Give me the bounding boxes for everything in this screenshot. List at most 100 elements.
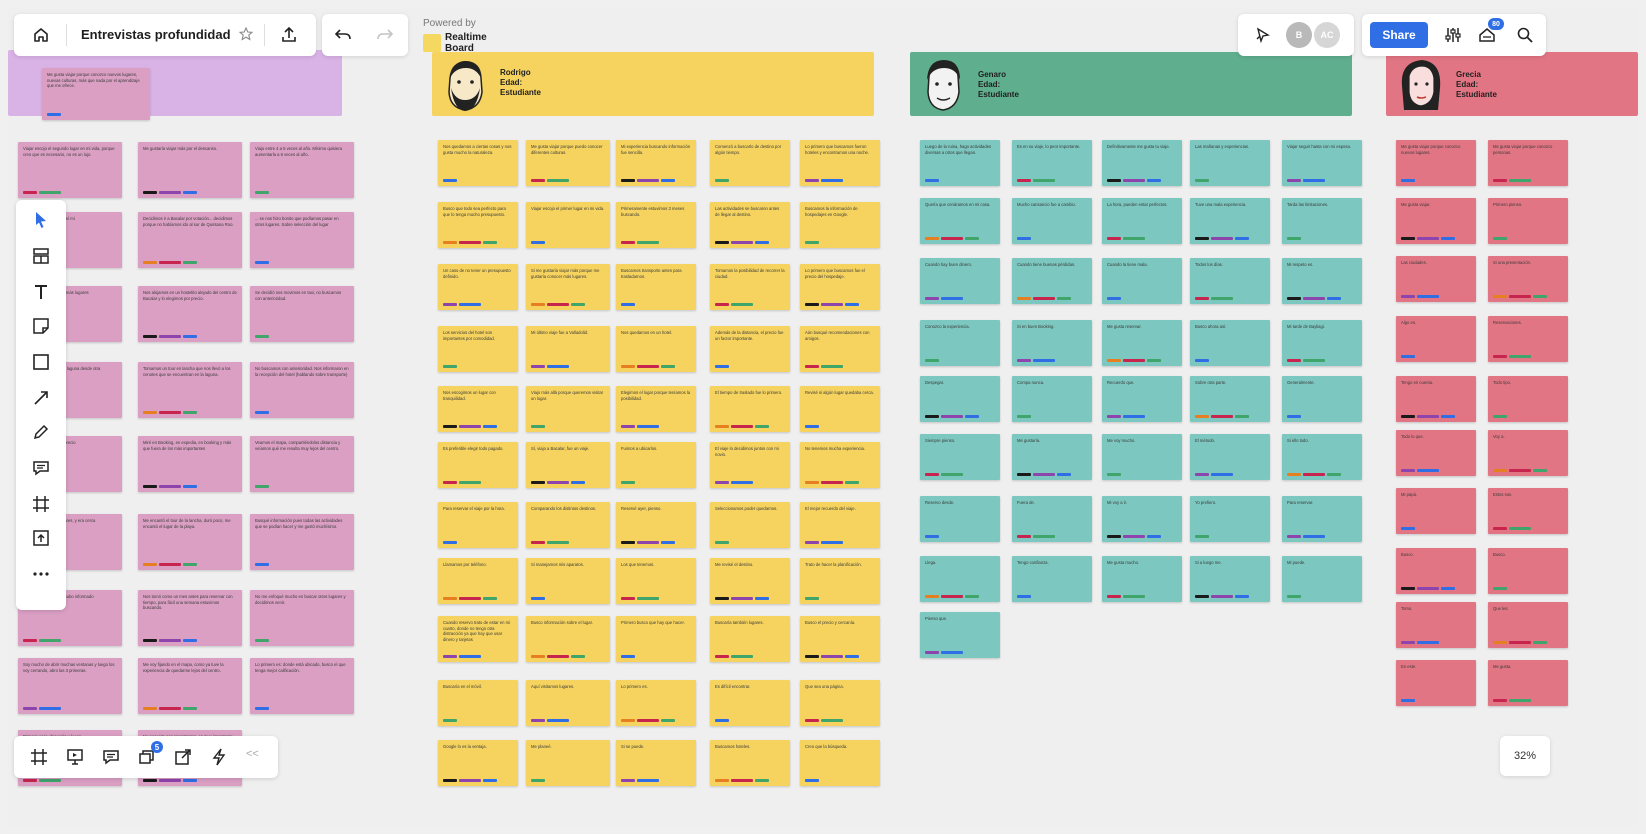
sticky-note[interactable]: Nos quedamos en un hotel.: [616, 326, 696, 372]
sticky-note[interactable]: Soy mucho de abrir muchas ventanas y lue…: [18, 658, 122, 714]
sticky-note[interactable]: Mi puede.: [1282, 556, 1362, 602]
sticky-note[interactable]: Me gustaría.: [1012, 434, 1092, 480]
sticky-note[interactable]: Fuimos a ubicarlos.: [616, 442, 696, 488]
sticky-note[interactable]: Me gusta viajar porque conozco nuevos lu…: [1396, 140, 1476, 186]
sticky-note[interactable]: Yo prefiero.: [1190, 496, 1270, 542]
sticky-note[interactable]: Miré en Booking, en expedia, en booking …: [138, 436, 242, 492]
sticky-note[interactable]: Mi experiencia buscando información fue …: [616, 140, 696, 186]
sticky-note[interactable]: No me enfoqué mucho en buscar otros luga…: [250, 590, 354, 646]
sticky-note[interactable]: Algo es.: [1396, 316, 1476, 362]
sticky-note[interactable]: Sí, viajo a Bacalar, fue un viaje.: [526, 442, 610, 488]
zoom-control[interactable]: 32%: [1500, 736, 1550, 776]
sticky-note[interactable]: Me planeé.: [526, 740, 610, 786]
sticky-note[interactable]: Primero pienso.: [1488, 198, 1568, 244]
sticky-note[interactable]: Buscaría también lugares.: [710, 616, 790, 662]
sticky-note[interactable]: Además de la distancia, el precio fue un…: [710, 326, 790, 372]
frame-icon[interactable]: [27, 490, 55, 518]
sticky-note[interactable]: Viajo más allá porque queremos visitar u…: [526, 386, 610, 432]
sticky-note[interactable]: El tiempo de traslado fue lo primero.: [710, 386, 790, 432]
whiteboard-canvas[interactable]: Rodrigo Edad: Estudiante Genaro Edad: Es…: [8, 8, 1638, 826]
sticky-note[interactable]: Si ello todo.: [1282, 434, 1362, 480]
sticky-note[interactable]: Me voy mucho.: [1102, 434, 1182, 480]
sticky-note[interactable]: Me gusta mucho.: [1102, 556, 1182, 602]
sticky-note[interactable]: Mucho cansancio fue a cambio.: [1012, 198, 1092, 244]
sticky-note[interactable]: Me gusta viajar porque puedo conocer dif…: [526, 140, 610, 186]
board-title[interactable]: Entrevistas profundidad: [81, 27, 231, 42]
sticky-note[interactable]: Si se puede.: [616, 740, 696, 786]
sticky-note[interactable]: Se decidió nos movimos en taxi, no busca…: [250, 286, 354, 342]
sticky-note[interactable]: Voy a.: [1488, 430, 1568, 476]
sticky-note[interactable]: Elegimos el lugar porque teníamos la pos…: [616, 386, 696, 432]
sticky-note[interactable]: Decidimos ir a Bacalar por votación... d…: [138, 212, 242, 268]
sticky-note[interactable]: Llega.: [920, 556, 1000, 602]
lightning-icon[interactable]: [206, 744, 232, 770]
sticky-note[interactable]: Me gusta viajar porque conozco personas.: [1488, 140, 1568, 186]
presentation-icon[interactable]: [62, 744, 88, 770]
cursor-follow-icon[interactable]: [1252, 24, 1274, 46]
sticky-note[interactable]: Reservaciones.: [1488, 316, 1568, 362]
sticky-note[interactable]: Busco.: [1396, 548, 1476, 594]
cluster-header-genaro[interactable]: [910, 52, 1352, 116]
sticky-note[interactable]: Todo lo que.: [1396, 430, 1476, 476]
more-tools-icon[interactable]: [27, 560, 55, 588]
sticky-note[interactable]: Todo tipo.: [1488, 376, 1568, 422]
sticky-note[interactable]: En este.: [1396, 660, 1476, 706]
sticky-note[interactable]: Compa nunca.: [1012, 376, 1092, 422]
sticky-note[interactable]: Cuando hay buen dinero.: [920, 258, 1000, 304]
cluster-header-rodrigo[interactable]: [432, 52, 874, 116]
sticky-note[interactable]: Buscamos la información de hospedajes en…: [800, 202, 880, 248]
collapse-toolbar-button[interactable]: <<: [246, 748, 259, 760]
sticky-note[interactable]: Reservé ayer, pienso.: [616, 502, 696, 548]
sticky-note[interactable]: Busco.: [1488, 548, 1568, 594]
redo-icon[interactable]: [372, 22, 398, 48]
text-tool-icon[interactable]: [27, 278, 55, 306]
sticky-note[interactable]: Busco que todo sea perfecto para que lo …: [438, 202, 518, 248]
sticky-note[interactable]: Me encantó el tour de la lancha, duró po…: [138, 514, 242, 570]
settings-sliders-icon[interactable]: [1440, 22, 1466, 48]
share-screen-icon[interactable]: [170, 744, 196, 770]
sticky-note[interactable]: Me gusta viajar.: [1396, 198, 1476, 244]
sticky-note[interactable]: Mi último viaje fue a Valladolid.: [526, 326, 610, 372]
sticky-note[interactable]: Despegar.: [920, 376, 1000, 422]
sticky-note[interactable]: Los que tenemos.: [616, 558, 696, 604]
sticky-note[interactable]: Que les.: [1488, 602, 1568, 648]
sticky-note[interactable]: Si a luego me.: [1190, 556, 1270, 602]
share-button[interactable]: Share: [1370, 22, 1428, 48]
pen-icon[interactable]: [27, 418, 55, 446]
realtime-board-logo[interactable]: Realtime Board: [423, 32, 497, 56]
sticky-note[interactable]: Llamamos por teléfono.: [438, 558, 518, 604]
comment-icon[interactable]: [27, 454, 55, 482]
sticky-note[interactable]: El viaje lo decidimos juntos con mi novi…: [710, 442, 790, 488]
avatar[interactable]: B: [1286, 22, 1312, 48]
sticky-note[interactable]: Veamos el mapa, compartiéndolos distanci…: [250, 436, 354, 492]
sticky-note[interactable]: Me gusta.: [1488, 660, 1568, 706]
sticky-note[interactable]: Nos escogimos un lugar con tranquilidad.: [438, 386, 518, 432]
sticky-note[interactable]: Conozco la experiencia.: [920, 320, 1000, 366]
sticky-note[interactable]: Es preferible elegir todo pagado.: [438, 442, 518, 488]
sticky-note[interactable]: Cuando tiene buenas pérdidas.: [1012, 258, 1092, 304]
sticky-note[interactable]: Pienso que.: [920, 612, 1000, 658]
sticky-note[interactable]: Lo primero que buscamos fueron hoteles y…: [800, 140, 880, 186]
sticky-note[interactable]: Me voy fijando en el mapa, como ya tuve …: [138, 658, 242, 714]
sticky-note[interactable]: Tengo confianza.: [1012, 556, 1092, 602]
sticky-note[interactable]: Buscamos hoteles.: [710, 740, 790, 786]
sticky-note[interactable]: Fuera de.: [1012, 496, 1092, 542]
chat-icon[interactable]: [98, 744, 124, 770]
sticky-note[interactable]: Mi tarde de Bayliagi.: [1282, 320, 1362, 366]
sticky-note[interactable]: Quería que cenáramos en mi casa.: [920, 198, 1000, 244]
sticky-note[interactable]: Cuando la tiene mala.: [1102, 258, 1182, 304]
sticky-note[interactable]: La hora, pueden estar perfectos.: [1102, 198, 1182, 244]
sticky-note[interactable]: Los servicios del hotel son importantes …: [438, 326, 518, 372]
sticky-note[interactable]: Mi voy a ir.: [1102, 496, 1182, 542]
sticky-note[interactable]: Viajar escojo el primer lugar en mi vida…: [526, 202, 610, 248]
star-icon[interactable]: [236, 24, 256, 44]
sticky-note[interactable]: Tomamos un tour en lancha que nos llevó …: [138, 362, 242, 418]
sticky-note[interactable]: Todos los días.: [1190, 258, 1270, 304]
sticky-note[interactable]: Para reservar el viaje por la hora.: [438, 502, 518, 548]
sticky-note[interactable]: Comenzó a buscarlo de destino por algún …: [710, 140, 790, 186]
sticky-note[interactable]: Trato de hacer la planificación.: [800, 558, 880, 604]
sticky-note[interactable]: Si me gustaría viajar más porque me gust…: [526, 264, 610, 310]
sticky-note[interactable]: Primeramente estuvimos 3 meses buscando.: [616, 202, 696, 248]
sticky-note[interactable]: Me gusta viajar porque conozco nuevos lu…: [42, 68, 150, 120]
sticky-note[interactable]: Primero busco que hay que hacer.: [616, 616, 696, 662]
